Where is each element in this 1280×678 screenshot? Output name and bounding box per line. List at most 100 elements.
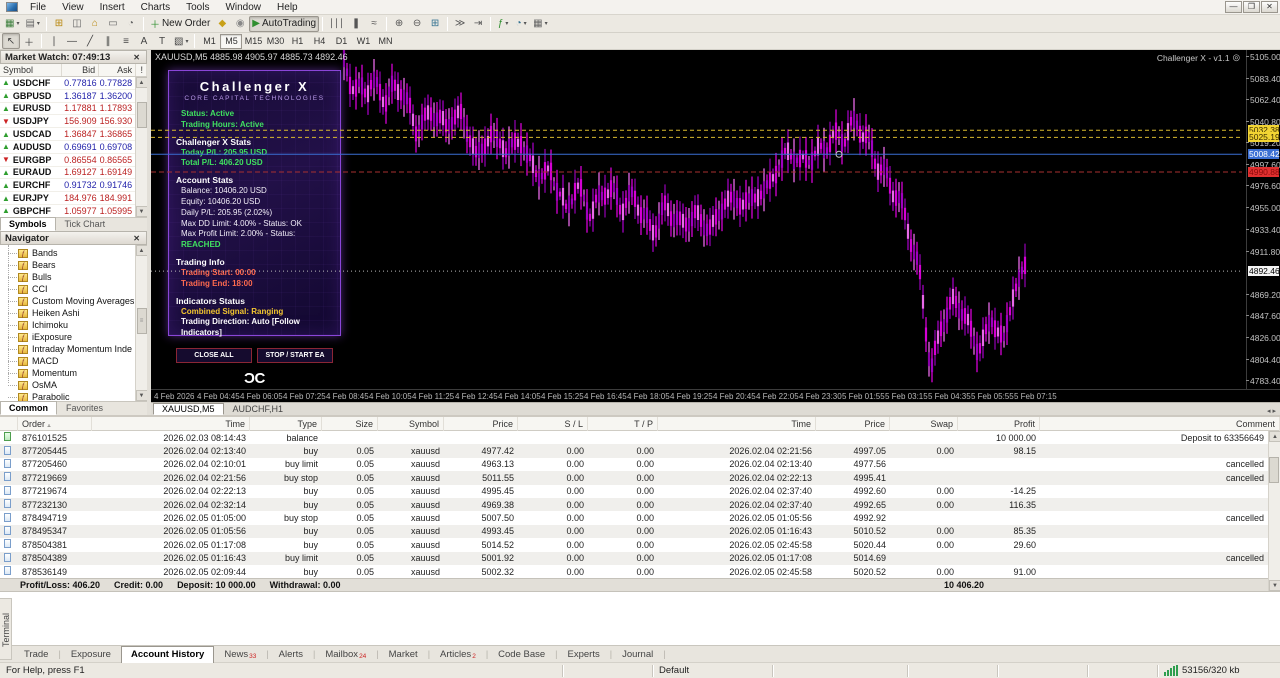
menu-file[interactable]: File	[22, 1, 54, 14]
minimize-button[interactable]: —	[1225, 1, 1242, 13]
trendline-tool-button[interactable]: ╱	[81, 33, 99, 49]
market-watch-tab-tick-chart[interactable]: Tick Chart	[56, 217, 115, 231]
chart-canvas[interactable]: XAUUSD,M5 4885.98 4905.97 4885.73 4892.4…	[151, 50, 1280, 402]
navigator-item-osma[interactable]: f OsMA	[0, 379, 147, 391]
column-header-comment[interactable]: Comment	[1040, 417, 1280, 431]
symbol-row-gbpchf[interactable]: ▲GBPCHF1.059771.0599518	[0, 205, 147, 217]
profiles-button[interactable]: ▤ ▾	[22, 16, 42, 32]
text-tool-button[interactable]: A	[135, 33, 153, 49]
experts-button[interactable]: ◉	[231, 16, 249, 32]
history-row-877232130[interactable]: 877232130 2026.02.04 02:32:14 buy 0.05 xauus…	[0, 497, 1280, 512]
terminal-tab-experts[interactable]: Experts	[558, 646, 610, 662]
column-header-time[interactable]: Time	[658, 417, 816, 431]
navigator-item-bands[interactable]: f Bands	[0, 247, 147, 259]
timeframe-m30-button[interactable]: M30	[264, 34, 286, 49]
zoom-in-button[interactable]: ⊕	[390, 16, 408, 32]
close-icon[interactable]: ✕	[131, 234, 142, 243]
close-button[interactable]: ✕	[1261, 1, 1278, 13]
symbol-row-eurjpy[interactable]: ▲EURJPY184.976184.99115	[0, 192, 147, 205]
new-chart-button[interactable]: ▦ ▾	[2, 16, 22, 32]
terminal-button[interactable]: ▭	[104, 16, 122, 32]
horizontal-line-tool-button[interactable]: —	[63, 33, 81, 49]
column-header-time[interactable]: Time	[92, 417, 250, 431]
candlestick-chart-button[interactable]: ❚	[347, 16, 365, 32]
periods-button[interactable]: ◔ ▾	[512, 16, 530, 32]
cursor-tool-button[interactable]: ↖	[2, 33, 20, 49]
symbol-row-eurchf[interactable]: ▲EURCHF0.917320.9174614	[0, 179, 147, 193]
timeframe-mn-button[interactable]: MN	[374, 34, 396, 49]
timeframe-m5-button[interactable]: M5	[220, 33, 243, 49]
fibonacci-tool-button[interactable]: ≡	[117, 33, 135, 49]
column-header-sl[interactable]: S / L	[518, 417, 588, 431]
navigator-item-intraday-momentum-inde[interactable]: f Intraday Momentum Inde	[0, 343, 147, 355]
vertical-line-tool-button[interactable]: ∣	[45, 33, 63, 49]
terminal-tab-articles[interactable]: Articles 2	[430, 646, 486, 662]
menu-help[interactable]: Help	[269, 1, 306, 14]
history-row-878504381[interactable]: 878504381 2026.02.05 01:17:08 buy 0.05 xauus…	[0, 538, 1280, 551]
symbol-row-eurgbp[interactable]: ▼EURGBP0.865540.8656511	[0, 154, 147, 167]
tab-scroll-left-icon[interactable]: ◂	[1267, 407, 1271, 415]
terminal-tab-code-base[interactable]: Code Base	[488, 646, 555, 662]
navigator-item-cci[interactable]: f CCI	[0, 283, 147, 295]
terminal-tab-account-history[interactable]: Account History	[120, 646, 215, 663]
symbol-row-gbpusd[interactable]: ▲GBPUSD1.361871.3620013	[0, 90, 147, 103]
navigator-tab-common[interactable]: Common	[0, 401, 57, 415]
history-row-877205445[interactable]: 877205445 2026.02.04 02:13:40 buy 0.05 xauus…	[0, 444, 1280, 458]
history-row-878494719[interactable]: 878494719 2026.02.05 01:05:00 buy stop 0.05…	[0, 511, 1280, 524]
tile-windows-button[interactable]: ⊞	[426, 16, 444, 32]
column-header-symbol[interactable]: Symbol	[0, 64, 63, 76]
strategy-tester-button[interactable]: ◔	[122, 16, 140, 32]
crosshair-tool-button[interactable]: ＋	[20, 33, 38, 49]
status-profile[interactable]: Default	[653, 664, 773, 677]
symbol-row-audusd[interactable]: ▲AUDUSD0.696910.6970817	[0, 141, 147, 154]
menu-insert[interactable]: Insert	[92, 1, 133, 14]
column-header-size[interactable]: Size	[322, 417, 378, 431]
column-header-type[interactable]: Type	[250, 417, 322, 431]
navigator-item-bears[interactable]: f Bears	[0, 259, 147, 271]
history-row-876101525[interactable]: 876101525 2026.02.03 08:14:43 balance 10 00…	[0, 431, 1280, 444]
navigator-item-momentum[interactable]: f Momentum	[0, 367, 147, 379]
column-header-profit[interactable]: Profit	[958, 417, 1040, 431]
terminal-scrollbar[interactable]: ▲ ▼	[1268, 431, 1280, 591]
history-row-878536149[interactable]: 878536149 2026.02.05 02:09:44 buy 0.05 xauus…	[0, 565, 1280, 578]
column-header-price[interactable]: Price	[816, 417, 890, 431]
column-header-price[interactable]: Price	[444, 417, 518, 431]
timeframe-h4-button[interactable]: H4	[308, 34, 330, 49]
line-chart-button[interactable]: ≈	[365, 16, 383, 32]
market-watch-tab-symbols[interactable]: Symbols	[0, 217, 56, 231]
data-window-button[interactable]: ◫	[68, 16, 86, 32]
chart-tab-audchf-h1[interactable]: AUDCHF,H1	[224, 403, 293, 415]
navigator-item-parabolic[interactable]: f Parabolic	[0, 391, 147, 401]
autotrading-button[interactable]: ▶ AutoTrading	[249, 15, 320, 32]
symbol-row-eurusd[interactable]: ▲EURUSD1.178811.1789312	[0, 103, 147, 116]
menu-tools[interactable]: Tools	[178, 1, 217, 14]
history-row-878504389[interactable]: 878504389 2026.02.05 01:16:43 buy limit 0.0…	[0, 551, 1280, 565]
chart-tab-xauusd-m5[interactable]: XAUUSD,M5	[153, 403, 224, 415]
menu-charts[interactable]: Charts	[133, 1, 178, 14]
symbol-row-euraud[interactable]: ▲EURAUD1.691271.6914922	[0, 167, 147, 180]
column-header-bid[interactable]: Bid	[62, 64, 100, 76]
timeframe-m1-button[interactable]: M1	[198, 34, 220, 49]
column-header-ask[interactable]: Ask	[99, 64, 137, 76]
terminal-tab-market[interactable]: Market	[379, 646, 428, 662]
price-axis[interactable]: 5105.00 5083.40 5062.40 5040.80 5019.20 4997.…	[1245, 50, 1280, 389]
terminal-tab-journal[interactable]: Journal	[612, 646, 663, 662]
symbol-row-usdjpy[interactable]: ▼USDJPY156.909156.93021	[0, 115, 147, 129]
timeframe-w1-button[interactable]: W1	[352, 34, 374, 49]
bar-chart-button[interactable]: ∣∣∣	[326, 16, 347, 32]
shapes-tool-button[interactable]: ▧ ▾	[171, 33, 191, 49]
history-row-877205460[interactable]: 877205460 2026.02.04 02:10:01 buy limit 0.0…	[0, 458, 1280, 471]
tab-scroll-right-icon[interactable]: ▸	[1272, 407, 1276, 415]
symbol-row-usdcad[interactable]: ▲USDCAD1.368471.3686518	[0, 128, 147, 141]
column-header-alert[interactable]: !	[136, 64, 147, 76]
navigator-item-iexposure[interactable]: f iExposure	[0, 331, 147, 343]
navigator-item-ichimoku[interactable]: f Ichimoku	[0, 319, 147, 331]
terminal-tab-trade[interactable]: Trade	[14, 646, 58, 662]
history-row-877219669[interactable]: 877219669 2026.02.04 02:21:56 buy stop 0.05…	[0, 471, 1280, 485]
timeframe-d1-button[interactable]: D1	[330, 34, 352, 49]
restore-button[interactable]: ❐	[1243, 1, 1260, 13]
history-row-878495347[interactable]: 878495347 2026.02.05 01:05:56 buy 0.05 xauus…	[0, 524, 1280, 539]
templates-button[interactable]: ▦ ▾	[530, 16, 550, 32]
chart-shift-button[interactable]: ⇥	[469, 16, 487, 32]
column-header-symbol[interactable]: Symbol	[378, 417, 444, 431]
